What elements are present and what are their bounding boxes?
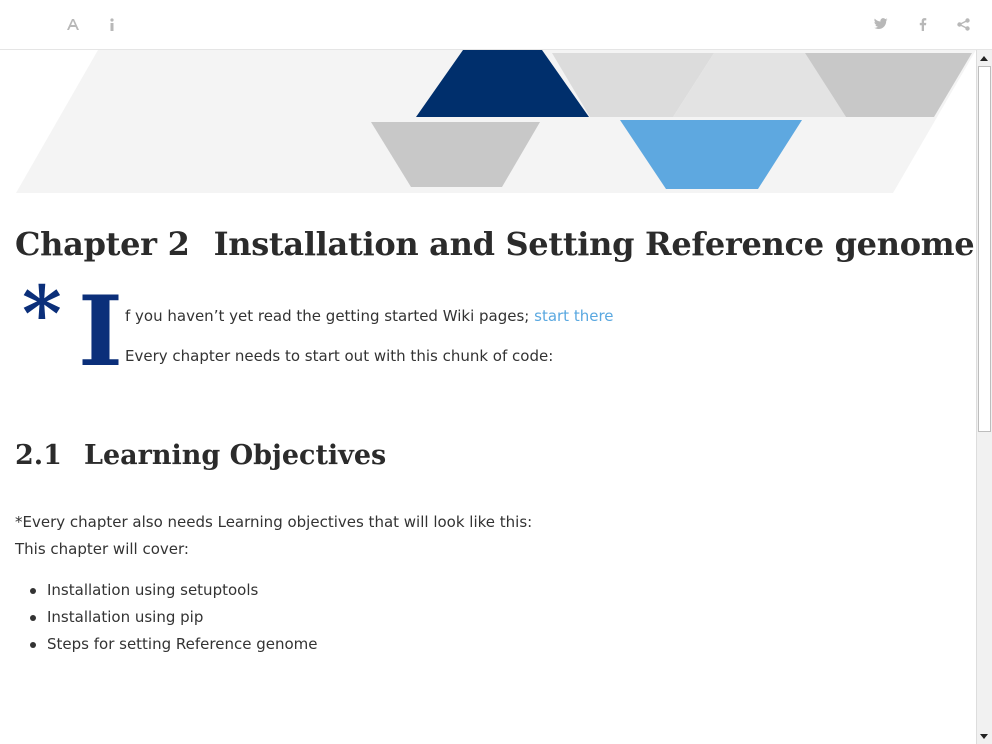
header-banner	[16, 50, 976, 193]
scrollbar-thumb[interactable]	[978, 66, 991, 432]
font-settings-icon[interactable]	[61, 12, 85, 36]
intro-text: f you haven’t yet read the getting start…	[125, 307, 535, 325]
start-there-link[interactable]: start there	[534, 307, 613, 325]
objectives-list: Installation using setuptools Installati…	[15, 577, 317, 658]
facebook-icon[interactable]	[911, 12, 935, 36]
list-item: Installation using setuptools	[15, 577, 317, 604]
objectives-lead: This chapter will cover:	[15, 540, 189, 558]
intro-paragraph: f you haven’t yet read the getting start…	[125, 307, 614, 325]
dropcap-asterisk: *	[22, 269, 62, 358]
chunk-paragraph: Every chapter needs to start out with th…	[125, 347, 554, 365]
scroll-up-arrow-icon[interactable]	[980, 56, 988, 61]
twitter-icon[interactable]	[869, 12, 893, 36]
dropcap-letter: I	[78, 275, 123, 388]
section-title: 2.1 Learning Objectives	[15, 440, 386, 471]
info-icon[interactable]	[100, 12, 124, 36]
chapter-title: Chapter 2 Installation and Setting Refere…	[15, 225, 975, 263]
book-toolbar	[0, 0, 992, 50]
scroll-down-arrow-icon[interactable]	[980, 734, 988, 739]
chapter-number: Chapter 2	[15, 225, 190, 263]
list-item: Installation using pip	[15, 604, 317, 631]
list-item: Steps for setting Reference genome	[15, 631, 317, 658]
section-number: 2.1	[15, 440, 62, 471]
section-heading-text: Learning Objectives	[83, 440, 387, 471]
objectives-intro: *Every chapter also needs Learning objec…	[15, 513, 533, 531]
share-icon[interactable]	[951, 12, 975, 36]
chapter-heading-text: Installation and Setting Reference genom…	[213, 225, 975, 263]
dropcap: * I	[22, 275, 123, 392]
vertical-scrollbar[interactable]	[976, 50, 992, 744]
